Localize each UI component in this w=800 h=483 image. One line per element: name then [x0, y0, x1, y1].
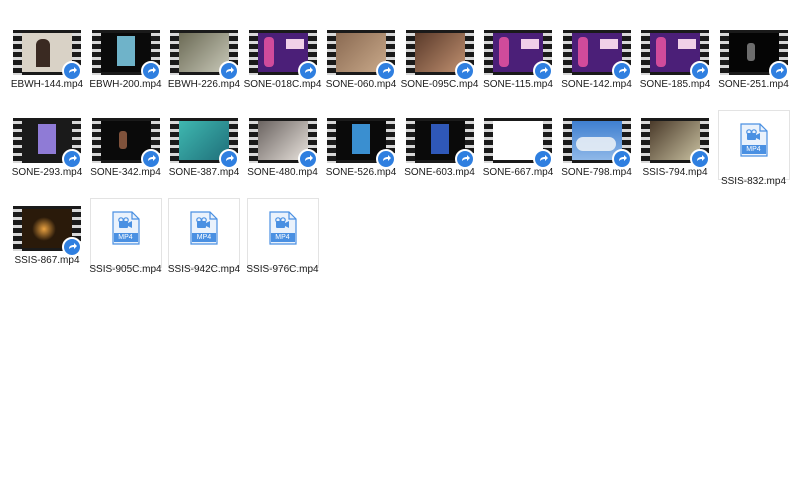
film-strip-left [484, 118, 493, 163]
file-item[interactable]: MP4 SSIS-976C.mp4 [246, 198, 319, 275]
file-name: SONE-480.mp4 [247, 167, 318, 178]
file-name: EBWH-200.mp4 [89, 79, 162, 90]
file-name: SONE-667.mp4 [482, 167, 554, 178]
film-strip-left [91, 30, 101, 75]
file-item[interactable]: MP4 SSIS-832.mp4 [717, 110, 790, 187]
file-name: SONE-293.mp4 [11, 167, 83, 178]
file-name: SSIS-832.mp4 [720, 176, 787, 187]
file-item[interactable]: SONE-798.mp4 [560, 113, 634, 199]
file-item[interactable]: SONE-480.mp4 [246, 113, 320, 199]
video-file-icon: MP4 [190, 211, 218, 245]
video-thumbnail [248, 30, 318, 81]
file-item[interactable]: SONE-142.mp4 [560, 25, 634, 111]
file-name: SONE-095C.mp4 [400, 79, 479, 90]
video-thumbnail [327, 118, 396, 169]
file-name: SONE-185.mp4 [639, 79, 711, 90]
video-thumbnail [484, 118, 553, 169]
video-thumbnail [91, 30, 161, 81]
video-thumbnail [405, 30, 475, 81]
film-strip-left [170, 118, 179, 163]
film-strip-left [170, 30, 179, 75]
file-item[interactable]: SONE-293.mp4 [10, 113, 84, 199]
film-strip-left [248, 30, 258, 75]
video-thumbnail [170, 30, 239, 81]
video-thumbnail [13, 30, 82, 81]
file-item[interactable]: SONE-342.mp4 [89, 113, 163, 199]
file-item[interactable]: MP4 SSIS-942C.mp4 [168, 198, 240, 275]
file-item[interactable]: SONE-526.mp4 [324, 113, 398, 199]
film-strip-left [13, 118, 22, 163]
film-strip-left [562, 118, 572, 163]
file-item[interactable]: SSIS-794.mp4 [638, 113, 712, 199]
video-thumbnail [13, 118, 82, 169]
file-item[interactable]: SONE-095C.mp4 [401, 25, 478, 111]
video-thumbnail [13, 206, 82, 257]
file-name: EBWH-226.mp4 [167, 79, 241, 90]
file-item[interactable]: SONE-060.mp4 [324, 25, 398, 111]
film-strip-left [91, 118, 101, 163]
file-item[interactable]: EBWH-144.mp4 [10, 25, 84, 111]
film-strip-left [641, 30, 650, 75]
doc-icon-label: MP4 [118, 234, 133, 241]
file-item[interactable]: SONE-667.mp4 [481, 113, 555, 199]
file-name: SONE-142.mp4 [561, 79, 632, 90]
film-strip-left [405, 30, 415, 75]
file-item[interactable]: SONE-115.mp4 [481, 25, 555, 111]
video-thumbnail [248, 118, 318, 169]
file-name: SONE-603.mp4 [404, 167, 475, 178]
file-item[interactable]: SONE-185.mp4 [638, 25, 712, 111]
file-name: SONE-251.mp4 [718, 79, 789, 90]
video-thumbnail [719, 30, 789, 81]
doc-icon-label: MP4 [275, 234, 290, 241]
file-item[interactable]: SONE-251.mp4 [717, 25, 791, 111]
video-thumbnail [562, 118, 632, 169]
film-strip-left [327, 118, 336, 163]
film-strip-left [13, 206, 22, 251]
doc-icon-label: MP4 [746, 146, 761, 153]
video-thumbnail [91, 118, 161, 169]
file-name: SONE-798.mp4 [561, 167, 632, 178]
film-strip-left [641, 118, 650, 163]
video-file-icon: MP4 [739, 123, 768, 157]
file-name: SSIS-867.mp4 [14, 255, 80, 266]
file-name: SONE-526.mp4 [325, 167, 397, 178]
file-item[interactable]: EBWH-200.mp4 [89, 25, 163, 111]
video-thumbnail [484, 30, 553, 81]
file-name: SSIS-905C.mp4 [89, 264, 162, 275]
film-strip-left [248, 118, 258, 163]
video-file-icon: MP4 [268, 211, 297, 245]
video-thumbnail [641, 30, 710, 81]
file-item[interactable]: SONE-387.mp4 [167, 113, 241, 199]
video-thumbnail [641, 118, 710, 169]
video-thumbnail [405, 118, 475, 169]
video-thumbnail [170, 118, 239, 169]
film-strip-left [327, 30, 336, 75]
film-strip-left [562, 30, 572, 75]
film-strip-left [405, 118, 415, 163]
file-name: SONE-387.mp4 [168, 167, 240, 178]
file-name: SSIS-794.mp4 [642, 167, 708, 178]
file-name: SONE-060.mp4 [325, 79, 397, 90]
file-name: SONE-342.mp4 [90, 167, 161, 178]
file-name: SONE-115.mp4 [483, 79, 553, 90]
file-item[interactable]: SONE-018C.mp4 [244, 25, 321, 111]
video-thumbnail [562, 30, 632, 81]
film-strip-left [484, 30, 493, 75]
file-item[interactable]: SONE-603.mp4 [403, 113, 477, 199]
file-name: EBWH-144.mp4 [10, 79, 84, 90]
file-name: SSIS-976C.mp4 [246, 264, 319, 275]
video-thumbnail [327, 30, 396, 81]
file-name: SONE-018C.mp4 [243, 79, 322, 90]
film-strip-left [719, 30, 729, 75]
file-grid: EBWH-144.mp4 EBWH-200.mp4 EBWH-226.mp4 S… [10, 25, 795, 289]
video-file-icon: MP4 [111, 211, 140, 245]
file-item[interactable]: EBWH-226.mp4 [167, 25, 241, 111]
film-strip-left [13, 30, 22, 75]
doc-icon-label: MP4 [196, 234, 212, 241]
file-name: SSIS-942C.mp4 [167, 264, 241, 275]
file-item[interactable]: SSIS-867.mp4 [10, 201, 84, 287]
file-item[interactable]: MP4 SSIS-905C.mp4 [89, 198, 162, 275]
